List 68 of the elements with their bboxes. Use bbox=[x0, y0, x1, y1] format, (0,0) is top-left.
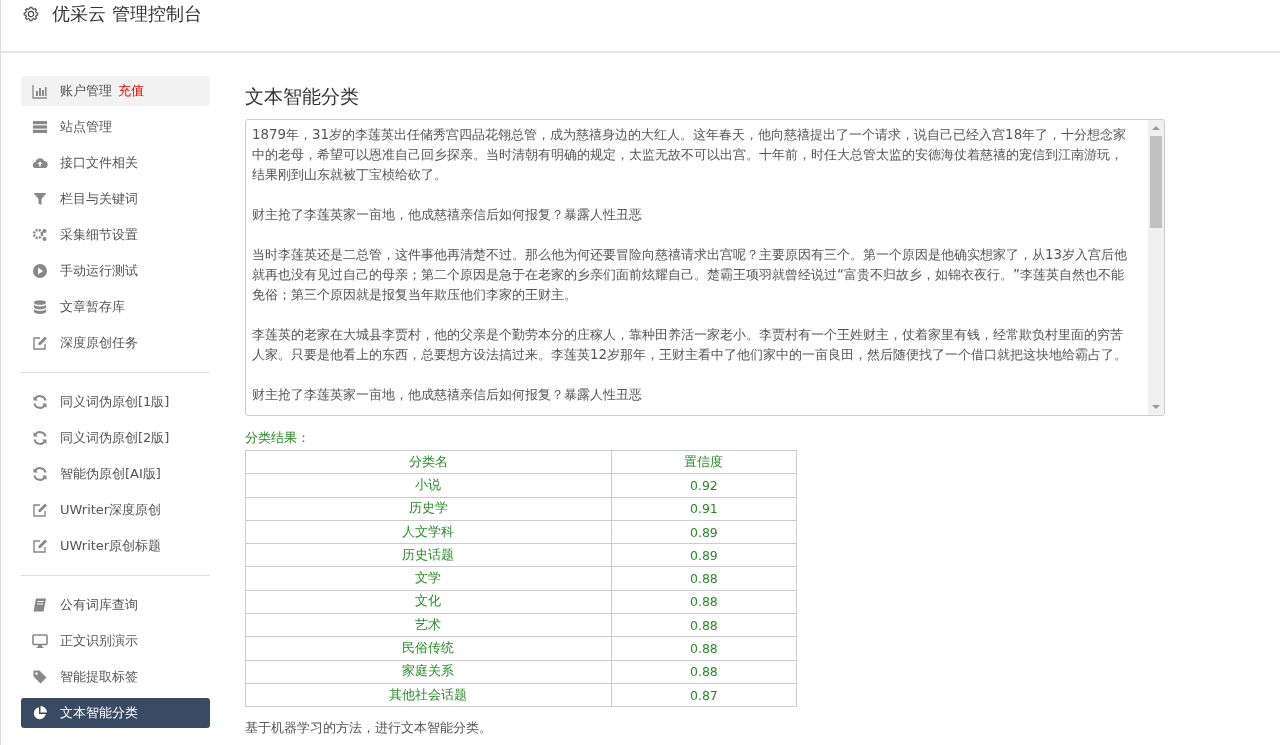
sidebar-item[interactable]: 账户管理 充值 bbox=[21, 76, 210, 106]
db-icon bbox=[32, 299, 48, 315]
table-cell: 0.92 bbox=[611, 473, 797, 498]
refresh-icon bbox=[32, 466, 48, 482]
paragraph: 财主抢了李莲英家一亩地，他成慈禧亲信后如何报复？暴露人性丑恶 bbox=[252, 206, 643, 224]
sidebar-item[interactable]: 深度原创任务 bbox=[21, 328, 210, 358]
table-cell: 0.88 bbox=[611, 660, 797, 684]
sidebar-item[interactable]: 文本智能分类 bbox=[21, 698, 210, 728]
paragraph: 当时李莲英还是二总管，这件事他再清楚不过。那么他为何还要冒险向慈禧请求出宫呢？主要原因有三个。第一个原因是他确实想家了，从13岁入宫后他就再也没有见过自己的母亲；第二个原因是急于在老家的乡亲们面前炫耀自己。楚霸王项羽就曾经说过“富贵不归故乡，如锦衣夜行。”李莲英自然也不能免俗；第三个原因就是报复当年欺压他们李家的王财主。 bbox=[252, 246, 1128, 304]
table-cell: 艺术 bbox=[245, 613, 612, 637]
sidebar-item[interactable]: 正文识别演示 bbox=[21, 626, 210, 656]
table-cell: 家庭关系 bbox=[245, 660, 612, 684]
paragraph: 财主抢了李莲英家一亩地，他成慈禧亲信后如何报复？暴露人性丑恶 bbox=[252, 386, 643, 404]
refresh-icon bbox=[32, 430, 48, 446]
sidebar-item[interactable]: 站点管理 bbox=[21, 112, 210, 142]
scrollbar[interactable] bbox=[1148, 120, 1164, 415]
table-cell: 0.88 bbox=[611, 613, 797, 637]
settings-icon bbox=[22, 5, 40, 23]
table-cell: 人文学科 bbox=[245, 520, 612, 544]
table-cell: 历史话题 bbox=[245, 543, 612, 567]
text-input-area[interactable] bbox=[245, 119, 1165, 416]
table-cell: 0.88 bbox=[611, 567, 797, 591]
table-cell: 小说 bbox=[245, 473, 612, 498]
edit-icon bbox=[32, 538, 48, 554]
description-text: 基于机器学习的方法，进行文本智能分类。 bbox=[245, 720, 493, 738]
paragraph: 1879年，31岁的李莲英出任储秀宫四品花翎总管，成为慈禧身边的大红人。这年春天，他向慈禧提出了一个请求，说自己已经入宫18年了，十分想念家中的老母，希望可以恩准自己回乡探亲。当时清朝有明确的规定，太监无故不可以出宫。十年前，时任大总管太监的安德海仗着慈禧的宠信到江南游玩，结果刚到山东就被丁宝桢给砍了。 bbox=[252, 126, 1128, 184]
sidebar-item[interactable]: UWriter原创标题 bbox=[21, 531, 210, 561]
refresh-icon bbox=[32, 394, 48, 410]
bars-icon bbox=[32, 83, 48, 99]
sidebar-item[interactable]: 智能伪原创[AI版] bbox=[21, 459, 210, 489]
sidebar-item[interactable]: 手动运行测试 bbox=[21, 256, 210, 286]
table-cell: 文学 bbox=[245, 567, 612, 591]
book-icon bbox=[32, 597, 48, 613]
column-header: 置信度 bbox=[611, 450, 797, 474]
monitor-icon bbox=[32, 633, 48, 649]
sidebar-item[interactable]: 智能提取标签 bbox=[21, 662, 210, 692]
table-cell: 0.87 bbox=[611, 683, 797, 707]
sidebar-item[interactable]: 同义词伪原创[1版] bbox=[21, 387, 210, 417]
table-cell: 0.89 bbox=[611, 520, 797, 544]
server-icon bbox=[32, 119, 48, 135]
table-cell: 文化 bbox=[245, 590, 612, 614]
table-cell: 0.91 bbox=[611, 497, 797, 521]
table-cell: 历史学 bbox=[245, 497, 612, 521]
cloud-icon bbox=[32, 155, 48, 171]
sidebar-item[interactable]: 采集细节设置 bbox=[21, 220, 210, 250]
filter-icon bbox=[32, 191, 48, 207]
paragraph: 李莲英的老家在大城县李贾村，他的父亲是个勤劳本分的庄稼人，靠种田养活一家老小。李贾村有一个王姓财主，仗着家里有钱，经常欺负村里面的穷苦人家。只要是他看上的东西，总要想方设法搞过来。李莲英12岁那年，王财主看中了他们家中的一亩良田，然后随便找了一个借口就把这块地给霸占了。 bbox=[252, 326, 1128, 364]
edit-icon bbox=[32, 502, 48, 518]
table-cell: 其他社会话题 bbox=[245, 683, 612, 707]
page-title: 文本智能分类 bbox=[245, 84, 360, 108]
column-header: 分类名 bbox=[245, 450, 612, 474]
sidebar-item[interactable]: UWriter深度原创 bbox=[21, 495, 210, 525]
table-cell: 0.88 bbox=[611, 590, 797, 614]
sidebar-item[interactable]: 接口文件相关 bbox=[21, 148, 210, 178]
pie-icon bbox=[32, 705, 48, 721]
sidebar-item[interactable]: 文章暂存库 bbox=[21, 292, 210, 322]
table-cell: 0.89 bbox=[611, 543, 797, 567]
recharge-link[interactable]: 充值 bbox=[118, 83, 144, 98]
result-label: 分类结果： bbox=[245, 430, 311, 447]
play-icon bbox=[32, 263, 48, 279]
sidebar-item[interactable]: 栏目与关键词 bbox=[21, 184, 210, 214]
sidebar-item[interactable]: 同义词伪原创[2版] bbox=[21, 423, 210, 453]
table-cell: 民俗传统 bbox=[245, 636, 612, 661]
sidebar-item[interactable]: 公有词库查询 bbox=[21, 590, 210, 620]
table-cell: 0.88 bbox=[611, 636, 797, 661]
app-title: 优采云 管理控制台 bbox=[52, 3, 202, 25]
edit-icon bbox=[32, 335, 48, 351]
tag-icon bbox=[32, 669, 48, 685]
